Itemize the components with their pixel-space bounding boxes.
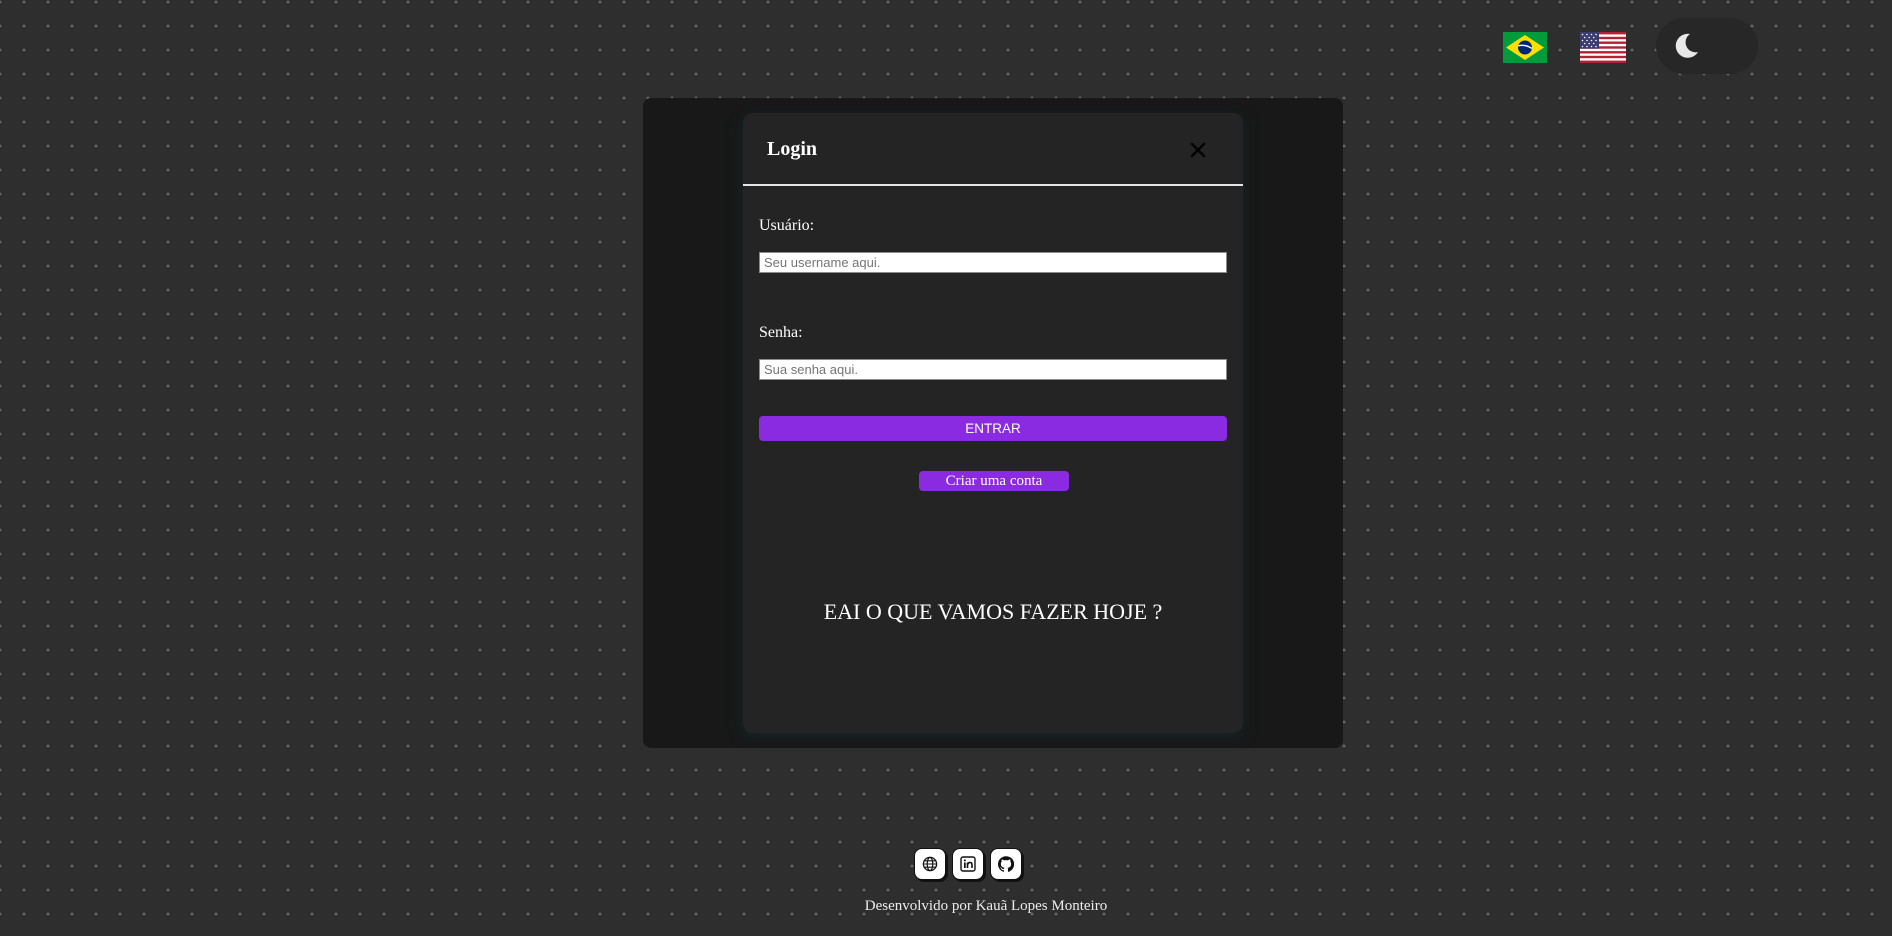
password-label: Senha: — [759, 324, 803, 341]
create-account-button[interactable]: Criar uma conta — [919, 471, 1069, 491]
username-input[interactable] — [759, 252, 1227, 273]
password-input[interactable] — [759, 359, 1227, 380]
website-link[interactable] — [914, 848, 946, 880]
github-icon — [998, 856, 1014, 872]
theme-toggle[interactable] — [1656, 18, 1758, 74]
close-icon — [1190, 142, 1206, 158]
linkedin-icon — [960, 856, 976, 872]
modal-title: Login — [767, 138, 818, 160]
login-modal: Login Usuário: Senha: ENTRAR Criar uma c… — [743, 113, 1243, 733]
tagline: EAI O QUE VAMOS FAZER HOJE ? — [823, 599, 1163, 624]
brazil-flag-icon — [1503, 32, 1547, 63]
login-submit-button[interactable]: ENTRAR — [759, 416, 1227, 441]
language-pt-br-button[interactable] — [1503, 32, 1547, 63]
language-en-us-button[interactable] — [1580, 32, 1626, 63]
username-label: Usuário: — [759, 217, 815, 234]
social-links — [914, 848, 1028, 884]
footer-credit: Desenvolvido por Kauã Lopes Monteiro — [864, 898, 1108, 914]
modal-header: Login — [743, 113, 1243, 186]
moon-icon — [1675, 33, 1698, 58]
linkedin-link[interactable] — [952, 848, 984, 880]
github-link[interactable] — [990, 848, 1022, 880]
globe-icon — [922, 856, 938, 872]
usa-flag-icon — [1580, 32, 1626, 63]
close-button[interactable] — [1183, 135, 1213, 165]
